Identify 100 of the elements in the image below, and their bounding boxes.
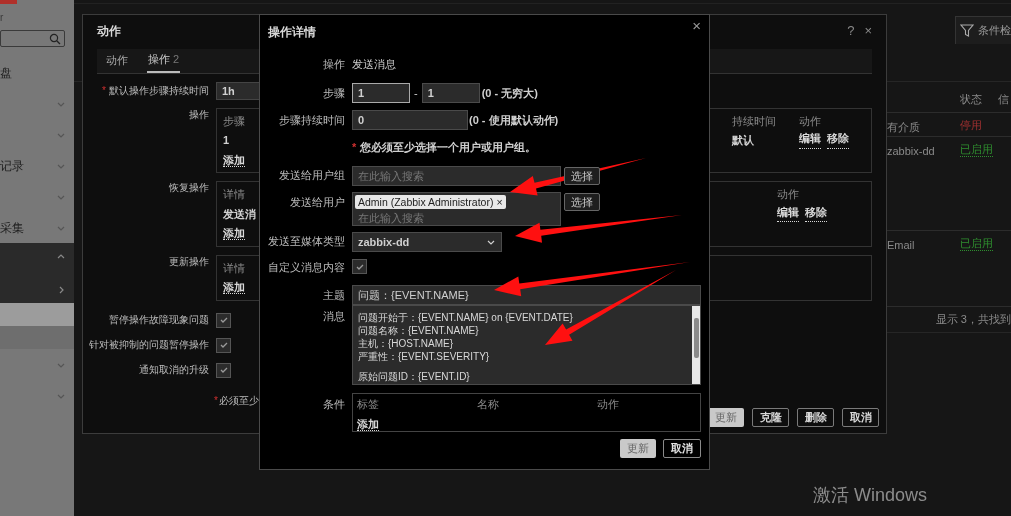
tab[interactable]: 动作 (105, 48, 129, 73)
sidebar-item[interactable] (0, 303, 74, 326)
search-icon (49, 32, 61, 45)
media-type-select[interactable]: zabbix-dd (352, 231, 502, 252)
field-label: 消息 (322, 309, 345, 324)
field-label: 操作 (188, 107, 209, 122)
checkbox[interactable] (216, 362, 231, 378)
table-footer: 显示 3，共找到 (935, 311, 1011, 328)
table-cell-text: 有介质 (887, 120, 921, 135)
filter-icon (960, 24, 974, 37)
help-button[interactable]: ? (847, 21, 855, 41)
activation-notice: 激活 Windows (813, 485, 928, 505)
message-line: 问题开始于：{EVENT.NAME} on {EVENT.DATE} (358, 311, 574, 324)
field-label: 更新操作 (168, 254, 209, 269)
input-field[interactable]: 1 (421, 83, 480, 103)
sidebar-item[interactable]: 盘 (0, 57, 74, 88)
field-hint: (0 - 使用默认动作) (469, 112, 559, 128)
column-header: 动作 (799, 113, 821, 129)
close-button[interactable]: × (864, 21, 872, 41)
dialog-button[interactable]: 取消 (663, 439, 701, 458)
checkbox[interactable] (216, 312, 231, 328)
column-header: 名称 (477, 397, 500, 412)
column-header: 详情 (223, 260, 245, 276)
column-header: 标签 (357, 397, 380, 412)
message-line: 问题名称：{EVENT.NAME} (358, 324, 480, 337)
column-header: 信 (998, 91, 1009, 107)
field-label: 发送给用户组 (278, 168, 345, 184)
field-label: 步骤持续时间 (278, 112, 345, 128)
link[interactable]: 添加 (223, 153, 245, 167)
column-header: 详情 (223, 187, 245, 202)
checkbox[interactable] (352, 259, 367, 275)
check-icon (218, 340, 229, 350)
tab[interactable]: 操作 2 (147, 48, 181, 73)
user-tag[interactable]: Admin (Zabbix Administrator) × (355, 194, 506, 209)
filter-tab[interactable]: 条件检 (955, 16, 1011, 44)
sidebar-item[interactable] (0, 276, 74, 303)
message-textarea[interactable]: 问题开始于：{EVENT.NAME} on {EVENT.DATE} 问题名称：{EVENT.NAME} 主机：{HOST.NAME} 严重性：{EVENT.SEVERITY} 原始问题ID：{EVENT.ID} (352, 305, 701, 385)
table-cell-text: 1 (223, 133, 230, 148)
column-header: 持续时间 (732, 113, 776, 129)
sidebar-item[interactable]: 采集 (0, 212, 74, 243)
required-note: *必须至少 (214, 394, 259, 406)
column-header: 步骤 (223, 113, 245, 129)
field-label: 暂停操作故障现象问题 (108, 313, 209, 327)
field-label: 发送至媒体类型 (268, 234, 345, 250)
dialog-button[interactable]: 取消 (842, 408, 879, 427)
column-header: 动作 (777, 187, 799, 202)
column-header: 状态 (960, 91, 983, 107)
user-multiselect[interactable]: Admin (Zabbix Administrator) × 在此输入搜索 (352, 191, 561, 226)
link[interactable]: 添加 (223, 227, 245, 240)
link[interactable]: 添加 (357, 417, 379, 431)
field-label: 自定义消息内容 (268, 259, 345, 275)
link[interactable]: 添加 (223, 281, 245, 294)
logo-badge (0, 0, 17, 4)
link[interactable]: 移除 (805, 205, 827, 222)
field-label: 针对被抑制的问题暂停操作 (89, 338, 209, 352)
link[interactable]: 编辑 (799, 132, 821, 149)
check-icon (218, 365, 229, 375)
input-field[interactable]: 0 (352, 110, 468, 130)
field-label: * 默认操作步骤持续时间 (101, 83, 209, 98)
status-link[interactable]: 已启用 (960, 237, 993, 251)
sidebar-item[interactable] (0, 326, 74, 349)
search-field[interactable]: 在此输入搜索 (352, 165, 561, 186)
close-button[interactable]: × (692, 15, 701, 38)
message-line: 严重性：{EVENT.SEVERITY} (358, 350, 491, 363)
field-label: 恢复操作 (168, 181, 209, 195)
column-header: 动作 (597, 397, 620, 412)
table-cell-text: 发送消 (223, 206, 256, 222)
sidebar-item[interactable]: 记录 (0, 150, 74, 181)
input-field[interactable]: 问题：{EVENT.NAME} (352, 285, 701, 305)
dialog-title: 动作 (97, 22, 121, 40)
field-label: 通知取消的升级 (138, 363, 209, 377)
required-note: * 您必须至少选择一个用户或用户组。 (352, 141, 537, 153)
dialog-button[interactable]: 更新 (620, 439, 656, 458)
field-label: 发送给用户 (289, 194, 345, 210)
dialog-title: 操作详情 (268, 24, 316, 41)
search-field[interactable] (0, 30, 65, 47)
dialog-button[interactable]: 克隆 (752, 408, 789, 427)
message-line: 主机：{HOST.NAME} (358, 337, 455, 350)
input-field[interactable]: 1 (352, 83, 410, 103)
field-label: 步骤 (322, 85, 345, 101)
select-button[interactable]: 选择 (564, 192, 600, 211)
check-icon (218, 315, 229, 325)
select-button[interactable]: 选择 (564, 166, 600, 185)
field-label: 条件 (322, 397, 345, 412)
table-cell-text: Email (887, 238, 916, 253)
field-hint: (0 - 无穷大) (481, 85, 538, 101)
separator: - (414, 85, 418, 101)
message-line: 原始问题ID：{EVENT.ID} (358, 370, 471, 383)
remove-button[interactable]: × (496, 194, 503, 209)
link[interactable]: 移除 (827, 132, 849, 149)
table-cell-text: 默认 (732, 133, 754, 148)
placeholder: 在此输入搜索 (357, 210, 425, 226)
checkbox[interactable] (216, 337, 231, 353)
status-link[interactable]: 已启用 (960, 143, 993, 157)
link[interactable]: 编辑 (777, 205, 799, 222)
dialog-button[interactable]: 删除 (797, 408, 834, 427)
sidebar-item[interactable] (0, 243, 74, 276)
field-label: 主题 (322, 287, 345, 303)
field-label: 操作 (322, 56, 345, 72)
table-cell-text: zabbix-dd (887, 144, 936, 159)
